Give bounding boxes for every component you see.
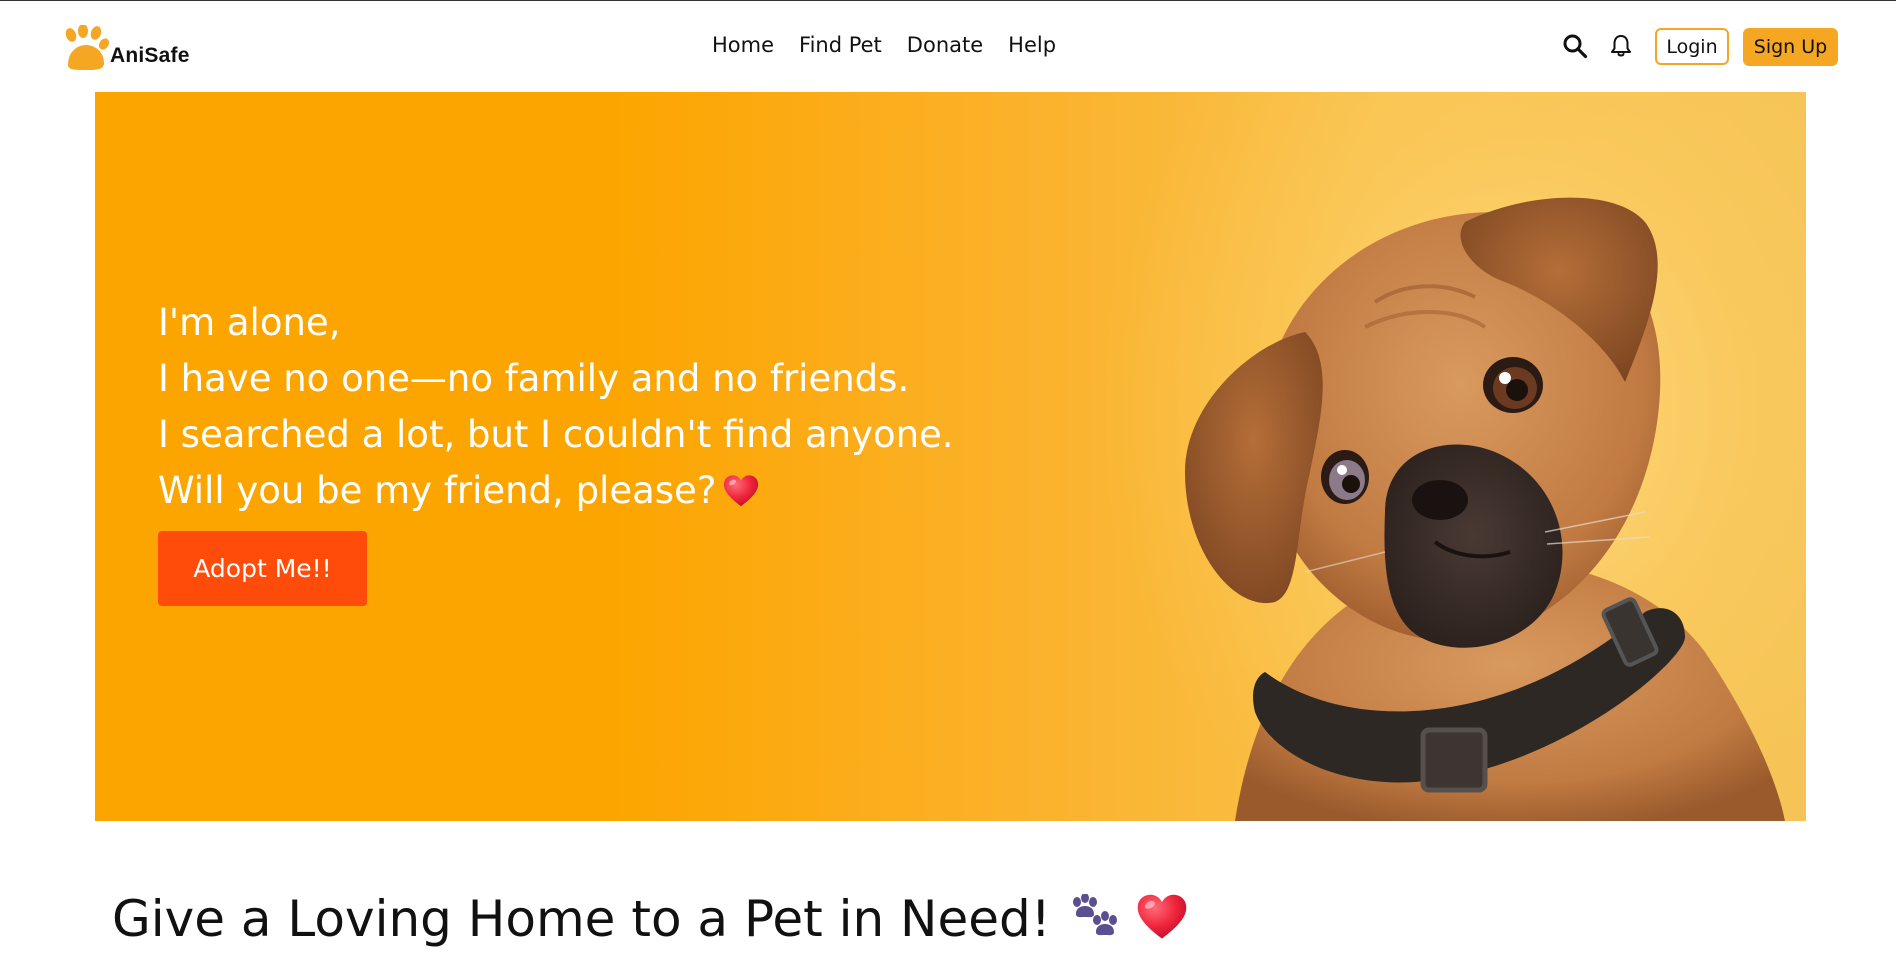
adopt-me-button[interactable]: Adopt Me!! [158, 531, 367, 606]
puppy-photo [1185, 197, 1785, 821]
paw-icon [65, 25, 110, 70]
headline-text: Give a Loving Home to a Pet in Need! [112, 889, 1051, 948]
login-button[interactable]: Login [1655, 28, 1729, 65]
hero-message: I'm alone, I have no one—no family and n… [158, 295, 954, 519]
nav-donate[interactable]: Donate [907, 33, 983, 57]
hero-line: I'm alone, [158, 301, 341, 344]
nav-help[interactable]: Help [1008, 33, 1056, 57]
hero-line-last: Will you be my friend, please? [158, 463, 954, 519]
search-icon[interactable] [1562, 33, 1588, 59]
nav-find-pet[interactable]: Find Pet [799, 33, 882, 57]
page-headline: Give a Loving Home to a Pet in Need! [112, 884, 1189, 954]
paws-icon [1072, 893, 1117, 935]
hero-banner: I'm alone, I have no one—no family and n… [95, 92, 1806, 821]
main-nav: Home Find Pet Donate Help [712, 33, 1081, 57]
brand-logo[interactable]: AniSafe [62, 25, 190, 71]
bell-icon[interactable] [1610, 34, 1632, 58]
heart-icon [724, 475, 759, 507]
heart-icon [1137, 894, 1187, 939]
hero-line: I have no one—no family and no friends. [158, 357, 910, 400]
hero-line: I searched a lot, but I couldn't find an… [158, 413, 954, 456]
nav-home[interactable]: Home [712, 33, 774, 57]
signup-button[interactable]: Sign Up [1743, 28, 1838, 66]
hero-line: Will you be my friend, please? [158, 469, 717, 512]
brand-name: AniSafe [110, 44, 190, 67]
site-header: AniSafe Home Find Pet Donate Help Login … [0, 1, 1896, 91]
